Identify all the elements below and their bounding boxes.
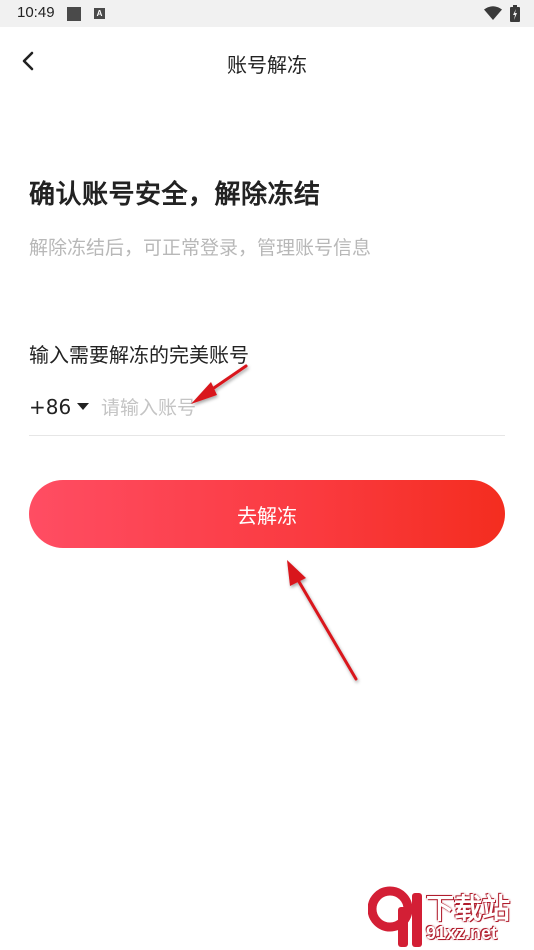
- account-field-label: 输入需要解冻的完美账号: [29, 343, 249, 367]
- unfreeze-button[interactable]: 去解冻: [29, 480, 505, 548]
- status-time: 10:49: [17, 4, 55, 21]
- country-code-selector[interactable]: +86: [29, 395, 90, 419]
- status-bar: 10:49 A: [0, 0, 534, 27]
- site-watermark: 下载站 91xz.net: [368, 885, 534, 950]
- a-notification-icon: A: [94, 8, 105, 19]
- app-header: 账号解冻: [0, 27, 534, 97]
- site-logo-icon: [368, 886, 422, 947]
- annotation-arrows: [191, 364, 358, 681]
- caret-down-icon: [77, 403, 90, 410]
- account-input[interactable]: [101, 391, 491, 425]
- page-title: 账号解冻: [227, 53, 307, 77]
- watermark-url: 91xz.net: [426, 923, 498, 943]
- country-code-value: +86: [29, 395, 72, 419]
- headline: 确认账号安全，解除冻结: [29, 180, 321, 210]
- annotation-arrow-to-button: [287, 560, 358, 681]
- square-notification-icon: [67, 7, 81, 21]
- subtitle: 解除冻结后，可正常登录，管理账号信息: [29, 237, 372, 259]
- battery-icon: [510, 5, 520, 22]
- account-input-row: +86: [29, 385, 505, 436]
- wifi-icon: [484, 6, 502, 20]
- watermark-text: 下载站: [426, 892, 511, 925]
